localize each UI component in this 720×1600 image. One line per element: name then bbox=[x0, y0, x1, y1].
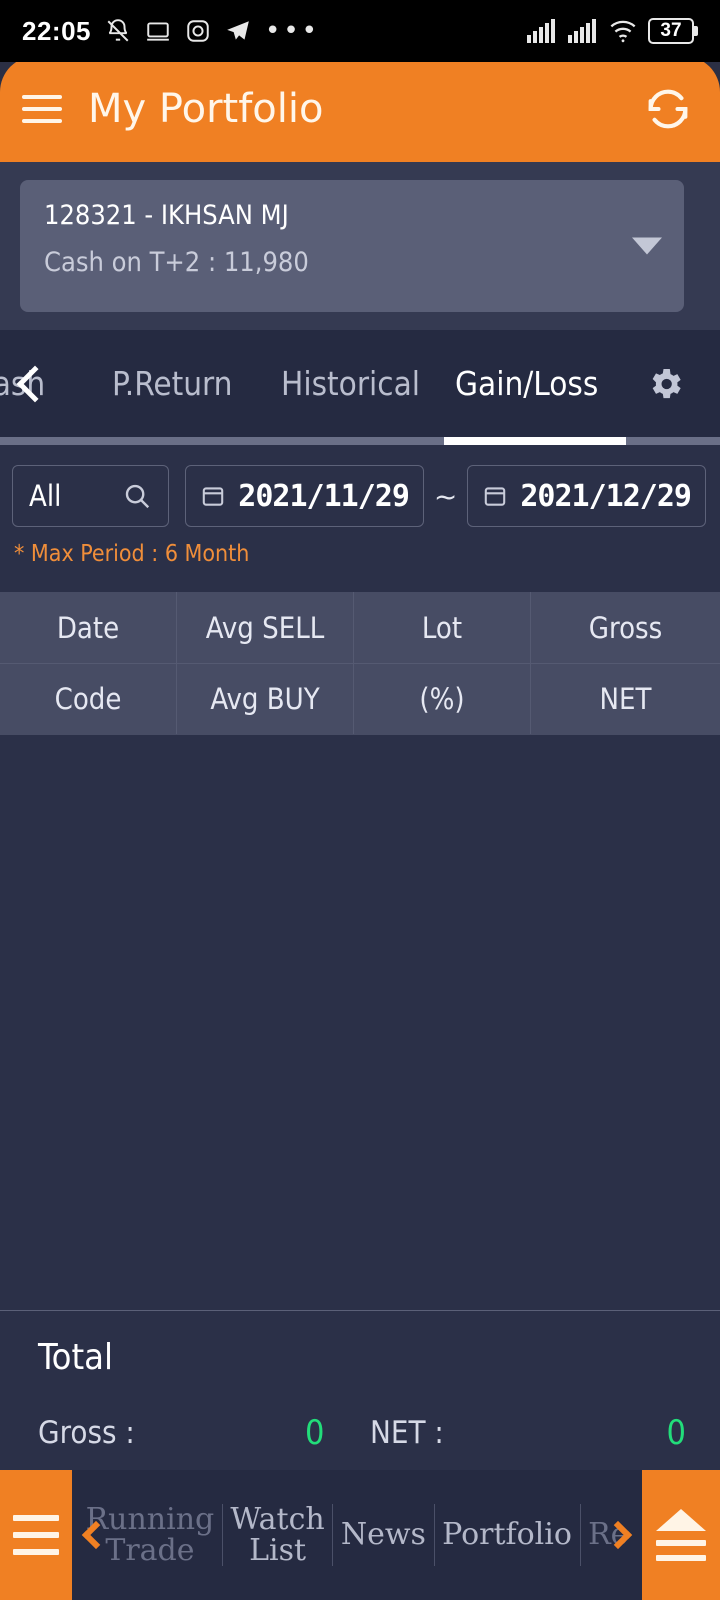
bottom-expand-button[interactable] bbox=[642, 1470, 720, 1600]
wifi-icon bbox=[610, 20, 636, 43]
account-cash: Cash on T+2 : 11,980 bbox=[44, 247, 309, 278]
status-bar-left: 22:05 ••• bbox=[22, 16, 320, 47]
more-dots-icon: ••• bbox=[265, 16, 321, 46]
refresh-icon[interactable] bbox=[642, 83, 694, 135]
status-bar: 22:05 ••• 37 bbox=[0, 0, 720, 62]
bottom-nav-items: Running Trade Watch List News Portfolio … bbox=[72, 1470, 642, 1600]
bottom-nav-item-portfolio[interactable]: Portfolio bbox=[435, 1519, 580, 1551]
max-period-note: * Max Period : 6 Month bbox=[14, 541, 250, 567]
gear-icon[interactable] bbox=[645, 364, 685, 408]
date-range-separator: ~ bbox=[433, 479, 458, 513]
tab-historical[interactable]: Historical bbox=[281, 364, 420, 403]
account-name: 128321 - IKHSAN MJ bbox=[44, 200, 289, 231]
account-selector[interactable]: 128321 - IKHSAN MJ Cash on T+2 : 11,980 bbox=[20, 180, 684, 312]
table-header-row-2: Code Avg BUY (%) NET bbox=[0, 663, 720, 734]
signal-bars-icon bbox=[527, 19, 555, 43]
calendar-icon bbox=[203, 487, 224, 506]
date-from-picker[interactable]: 2021/11/29 bbox=[185, 465, 424, 527]
column-header-gross[interactable]: Gross bbox=[531, 592, 720, 663]
date-to-value: 2021/12/29 bbox=[520, 478, 692, 514]
table-header-row-1: Date Avg SELL Lot Gross bbox=[0, 592, 720, 663]
date-to-picker[interactable]: 2021/12/29 bbox=[467, 465, 706, 527]
chevron-down-icon[interactable] bbox=[632, 237, 662, 255]
search-icon bbox=[126, 484, 150, 509]
total-net-value: 0 bbox=[666, 1413, 686, 1453]
total-net-label: NET : bbox=[370, 1415, 444, 1451]
bell-muted-icon bbox=[107, 19, 129, 42]
total-title: Total bbox=[38, 1337, 114, 1378]
bottom-nav-item-watch-list[interactable]: Watch List bbox=[223, 1503, 332, 1567]
bottom-menu-button[interactable] bbox=[0, 1470, 72, 1600]
bottom-nav-item-news[interactable]: News bbox=[333, 1519, 433, 1551]
status-bar-right: 37 bbox=[527, 18, 698, 44]
battery-icon: 37 bbox=[648, 18, 698, 44]
monitor-icon bbox=[147, 22, 169, 41]
tab-bar: Cash P.Return Historical Gain/Loss bbox=[0, 330, 720, 446]
total-gross-label: Gross : bbox=[38, 1415, 135, 1451]
column-header-code[interactable]: Code bbox=[0, 664, 177, 734]
column-header-lot[interactable]: Lot bbox=[354, 592, 531, 663]
column-header-date[interactable]: Date bbox=[0, 592, 177, 663]
search-input-value: All bbox=[29, 479, 62, 513]
eject-panel-icon bbox=[656, 1509, 706, 1561]
total-panel: Total Gross : 0 NET : 0 bbox=[0, 1310, 720, 1470]
table-body-empty bbox=[0, 735, 720, 1310]
app-root: 22:05 ••• 37 My Portfolio 128321 - IKHSA… bbox=[0, 0, 720, 1600]
hamburger-menu-icon[interactable] bbox=[18, 89, 66, 129]
tab-gain-loss[interactable]: Gain/Loss bbox=[455, 364, 598, 403]
filter-section: All 2021/11/29 ~ 2021/12/29 * Max Period… bbox=[0, 445, 720, 592]
column-header-avg-sell[interactable]: Avg SELL bbox=[177, 592, 354, 663]
column-header-avg-buy[interactable]: Avg BUY bbox=[177, 664, 354, 734]
battery-level: 37 bbox=[660, 20, 682, 41]
calendar-icon bbox=[485, 487, 506, 506]
signal-bars-icon bbox=[568, 19, 596, 43]
hamburger-menu-icon bbox=[13, 1515, 59, 1555]
table-header: Date Avg SELL Lot Gross Code Avg BUY (%)… bbox=[0, 592, 720, 735]
search-input[interactable]: All bbox=[12, 465, 170, 527]
column-header-percent[interactable]: (%) bbox=[354, 664, 531, 734]
total-values-row: Gross : 0 NET : 0 bbox=[0, 1413, 720, 1453]
bottom-nav-bar: Running Trade Watch List News Portfolio … bbox=[0, 1470, 720, 1600]
account-section: 128321 - IKHSAN MJ Cash on T+2 : 11,980 bbox=[0, 162, 720, 330]
telegram-icon bbox=[227, 21, 249, 40]
column-header-net[interactable]: NET bbox=[531, 664, 720, 734]
status-time: 22:05 bbox=[22, 15, 91, 46]
instagram-icon bbox=[187, 20, 209, 42]
tab-p-return[interactable]: P.Return bbox=[112, 364, 233, 403]
total-gross-value: 0 bbox=[305, 1413, 325, 1453]
date-from-value: 2021/11/29 bbox=[238, 478, 410, 514]
app-header: My Portfolio bbox=[0, 56, 720, 162]
page-title: My Portfolio bbox=[88, 86, 324, 132]
